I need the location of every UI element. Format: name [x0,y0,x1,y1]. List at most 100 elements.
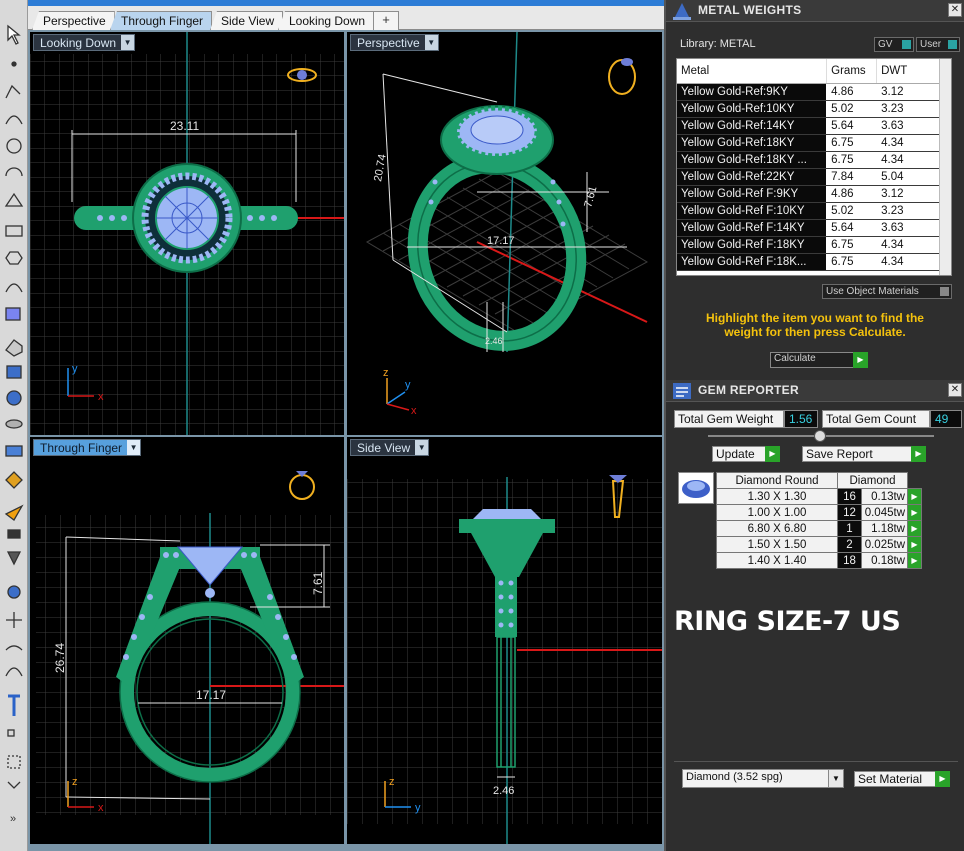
dwt-cell[interactable]: 3.63 [876,219,943,237]
dwt-cell[interactable]: 3.23 [876,202,943,220]
dwt-cell[interactable]: 3.12 [876,185,943,203]
tab-perspective[interactable]: Perspective [32,11,115,30]
metal-cell[interactable]: Yellow Gold-Ref F:10KY [677,202,828,220]
dwt-cell[interactable]: 4.34 [876,236,943,254]
select-gem-icon[interactable]: ▶ [907,488,922,505]
metal-cell[interactable]: Yellow Gold-Ref:18KY [677,134,828,152]
select-gem-icon[interactable]: ▶ [907,504,922,521]
gem-thumbnail[interactable] [678,472,714,504]
chevron-down-icon[interactable]: ▼ [121,35,135,50]
grams-cell[interactable]: 4.86 [826,83,878,101]
grams-cell[interactable]: 6.75 [826,134,878,152]
table-row[interactable]: Yellow Gold-Ref:22KY 7.84 5.04 [677,168,943,186]
grams-cell[interactable]: 5.64 [826,117,878,135]
dwt-cell[interactable]: 3.63 [876,117,943,135]
use-object-materials-toggle[interactable]: Use Object Materials [822,284,952,299]
table-scrollbar[interactable] [939,59,951,275]
calculate-button[interactable]: Calculate ▶ [770,352,868,368]
table-row[interactable]: Yellow Gold-Ref F:14KY 5.64 3.63 [677,219,943,237]
column-header-grams[interactable]: Grams [826,59,878,84]
chevron-down-icon[interactable]: ▼ [127,440,141,455]
mirror-icon [7,781,21,789]
chevron-down-icon[interactable]: ▼ [415,440,429,455]
chevron-down-icon[interactable]: ▼ [424,35,438,50]
grams-cell[interactable]: 6.75 [826,236,878,254]
dwt-cell[interactable]: 4.34 [876,134,943,152]
table-row[interactable]: Yellow Gold-Ref F:18K... 6.75 4.34 [677,253,943,271]
metal-cell[interactable]: Yellow Gold-Ref F:18K... [677,253,828,271]
table-row[interactable]: Yellow Gold-Ref F:9KY 4.86 3.12 [677,185,943,203]
grams-cell[interactable]: 5.64 [826,219,878,237]
grams-cell[interactable]: 6.75 [826,151,878,169]
metal-weights-table[interactable]: Metal Grams DWT Yellow Gold-Ref:9KY 4.86 3… [676,58,952,276]
viewport-looking-down[interactable]: 23.11 y x Looking Down ▼ [30,32,344,435]
metal-cell[interactable]: Yellow Gold-Ref F:18KY [677,236,828,254]
metal-cell[interactable]: Yellow Gold-Ref F:14KY [677,219,828,237]
gv-toggle[interactable]: GV [874,37,914,52]
add-tab-button[interactable]: + [373,11,399,30]
set-material-button[interactable]: Set Material ▶ [854,771,950,787]
dwt-cell[interactable]: 4.34 [876,253,943,271]
diamond-icon [682,480,710,498]
tab-looking-down[interactable]: Looking Down [278,11,375,30]
viewport-label-looking-down[interactable]: Looking Down ▼ [33,34,136,51]
gem-row[interactable]: 6.80 X 6.80 1 1.18tw ▶ [716,520,922,537]
gear-tool-icon [5,471,23,489]
update-button[interactable]: Update ▶ [712,446,780,462]
gem-row[interactable]: 1.30 X 1.30 16 0.13tw ▶ [716,488,922,505]
viewport-label-perspective[interactable]: Perspective ▼ [350,34,439,51]
viewport-label-through-finger[interactable]: Through Finger ▼ [33,439,142,456]
metal-cell[interactable]: Yellow Gold-Ref:9KY [677,83,828,101]
dwt-cell[interactable]: 3.23 [876,100,943,118]
viewport-label-side-view[interactable]: Side View ▼ [350,439,430,456]
gem-row[interactable]: 1.50 X 1.50 2 0.025tw ▶ [716,536,922,553]
grams-cell[interactable]: 5.02 [826,202,878,220]
svg-text:y: y [405,379,411,391]
grams-cell[interactable]: 5.02 [826,100,878,118]
table-row[interactable]: Yellow Gold-Ref:18KY ... 6.75 4.34 [677,151,943,169]
select-gem-icon[interactable]: ▶ [907,536,922,553]
table-row[interactable]: Yellow Gold-Ref:9KY 4.86 3.12 [677,83,943,101]
gem-size-cell: 1.50 X 1.50 [716,536,838,553]
svg-text:z: z [72,776,78,788]
dwt-cell[interactable]: 5.04 [876,168,943,186]
metal-cell[interactable]: Yellow Gold-Ref:10KY [677,100,828,118]
grams-cell[interactable]: 6.75 [826,253,878,271]
tab-through-finger[interactable]: Through Finger [110,11,213,30]
user-toggle[interactable]: User [916,37,960,52]
tab-side-view[interactable]: Side View [210,11,284,30]
slider-thumb[interactable] [814,430,826,442]
metal-cell[interactable]: Yellow Gold-Ref:18KY ... [677,151,828,169]
close-icon[interactable]: ✕ [948,383,962,397]
play-icon: ▶ [935,771,950,787]
chevron-down-icon[interactable]: ▼ [828,770,843,787]
grams-cell[interactable]: 4.86 [826,185,878,203]
sweep-icon [5,339,23,357]
viewport-through-finger[interactable]: 26.74 7.61 17.17 z x Through Finger ▼ [30,437,344,844]
dwt-cell[interactable]: 3.12 [876,83,943,101]
table-row[interactable]: Yellow Gold-Ref:18KY 6.75 4.34 [677,134,943,152]
metal-cell[interactable]: Yellow Gold-Ref:22KY [677,168,828,186]
column-header-dwt[interactable]: DWT [876,59,943,84]
table-row[interactable]: Yellow Gold-Ref:14KY 5.64 3.63 [677,117,943,135]
table-row[interactable]: Yellow Gold-Ref F:10KY 5.02 3.23 [677,202,943,220]
svg-text:y: y [415,802,421,814]
gem-table[interactable]: Diamond Round Diamond 1.30 X 1.30 16 0.13t… [716,472,922,569]
select-arrow-icon [7,24,21,45]
dwt-cell[interactable]: 4.34 [876,151,943,169]
select-gem-icon[interactable]: ▶ [907,520,922,537]
viewport-side-view[interactable]: 2.46 z y Side View ▼ [347,437,662,844]
metal-cell[interactable]: Yellow Gold-Ref:14KY [677,117,828,135]
table-row[interactable]: Yellow Gold-Ref:10KY 5.02 3.23 [677,100,943,118]
table-row[interactable]: Yellow Gold-Ref F:18KY 6.75 4.34 [677,236,943,254]
metal-cell[interactable]: Yellow Gold-Ref F:9KY [677,185,828,203]
viewport-perspective[interactable]: 20.74 17.17 7.61 2.46 z y x Perspective ▼ [347,32,662,435]
gem-row[interactable]: 1.40 X 1.40 18 0.18tw ▶ [716,552,922,569]
material-select[interactable]: Diamond (3.52 spg) ▼ [682,769,844,788]
gem-row[interactable]: 1.00 X 1.00 12 0.045tw ▶ [716,504,922,521]
close-icon[interactable]: ✕ [948,3,962,17]
grams-cell[interactable]: 7.84 [826,168,878,186]
column-header-metal[interactable]: Metal [677,59,828,84]
save-report-button[interactable]: Save Report ▶ [802,446,926,462]
select-gem-icon[interactable]: ▶ [907,552,922,569]
